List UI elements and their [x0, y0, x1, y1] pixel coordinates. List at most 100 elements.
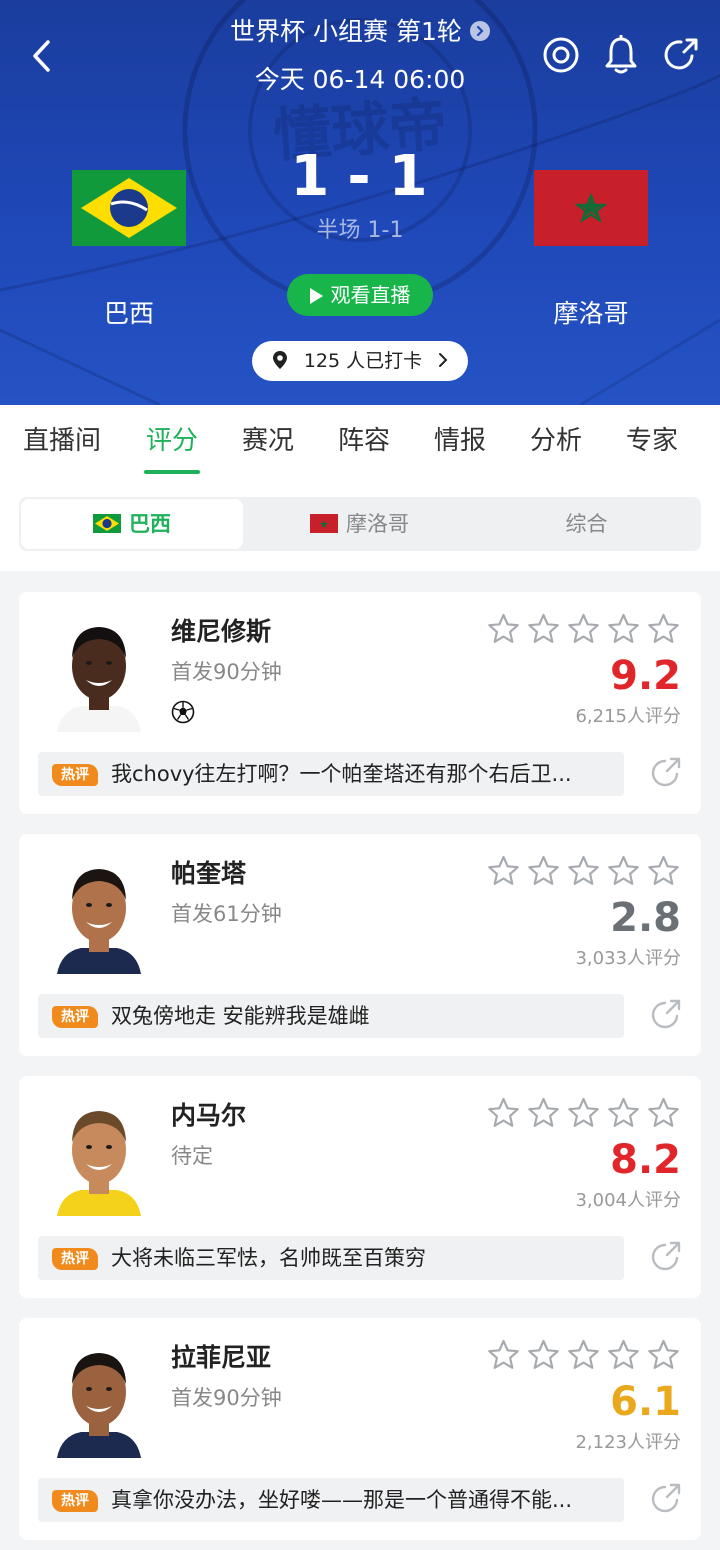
segment-brazil[interactable]: 巴西: [21, 499, 243, 549]
player-name[interactable]: 内马尔: [171, 1098, 246, 1134]
home-team-name[interactable]: 巴西: [29, 296, 229, 332]
hot-comment-badge: 热评: [52, 764, 98, 786]
star-icon[interactable]: [486, 1096, 521, 1131]
player-rating-card[interactable]: 拉菲尼亚 首发90分钟 6.1 2,123人评分 热评 真拿你没办法，坐好喽——…: [19, 1318, 701, 1540]
star-icon[interactable]: [606, 1338, 641, 1373]
player-rating: 2.8: [610, 895, 681, 941]
chevron-right-icon: [439, 352, 448, 367]
star-icon[interactable]: [486, 1338, 521, 1373]
player-status: 首发90分钟: [171, 1386, 282, 1410]
tab-live-room[interactable]: 直播间: [14, 405, 110, 477]
rating-stars[interactable]: [486, 612, 681, 647]
rating-stars[interactable]: [486, 1096, 681, 1131]
watch-live-button[interactable]: 观看直播: [287, 274, 433, 316]
team-segment-control: 巴西 摩洛哥 综合: [19, 497, 701, 551]
share-icon[interactable]: [649, 756, 683, 790]
target-icon: [543, 37, 579, 73]
tab-match-events[interactable]: 赛况: [220, 405, 316, 477]
hot-comment-badge: 热评: [52, 1006, 98, 1028]
target-button[interactable]: [542, 34, 580, 76]
player-status: 首发90分钟: [171, 660, 282, 684]
player-name[interactable]: 拉菲尼亚: [171, 1340, 271, 1376]
player-rating: 8.2: [610, 1137, 681, 1183]
bell-button[interactable]: [602, 34, 640, 76]
segment-morocco[interactable]: 摩洛哥: [247, 497, 472, 551]
star-icon[interactable]: [606, 1096, 641, 1131]
rating-stars[interactable]: [486, 854, 681, 889]
brazil-flag-icon: [93, 513, 121, 533]
star-icon[interactable]: [526, 854, 561, 889]
segment-brazil-label: 巴西: [129, 512, 171, 536]
checkin-button[interactable]: 125 人已打卡: [252, 341, 468, 381]
bell-icon: [605, 35, 637, 74]
player-name[interactable]: 帕奎塔: [171, 856, 246, 892]
play-icon: [309, 288, 323, 304]
team-filter: 巴西 摩洛哥 综合: [0, 477, 720, 571]
player-status: 待定: [171, 1144, 213, 1168]
player-name[interactable]: 维尼修斯: [171, 614, 271, 650]
match-header: 懂球帝 世界杯 小组赛 第1轮 今天 06-14 06:00 1 - 1 半场 …: [0, 0, 720, 405]
chevron-right-icon: [469, 21, 490, 41]
star-icon[interactable]: [526, 1096, 561, 1131]
star-icon[interactable]: [646, 1096, 681, 1131]
share-icon[interactable]: [649, 998, 683, 1032]
away-team-name[interactable]: 摩洛哥: [491, 296, 691, 332]
tab-intel[interactable]: 情报: [412, 405, 508, 477]
hot-comment-text: 双兔傍地走 安能辨我是雄雌: [111, 1004, 370, 1028]
share-icon[interactable]: [649, 1482, 683, 1516]
rating-stars[interactable]: [486, 1338, 681, 1373]
hot-comment[interactable]: 热评 双兔傍地走 安能辨我是雄雌: [38, 994, 624, 1038]
player-avatar[interactable]: [53, 614, 145, 732]
star-icon[interactable]: [646, 1338, 681, 1373]
star-icon[interactable]: [526, 612, 561, 647]
segment-overall[interactable]: 综合: [474, 497, 699, 551]
hot-comment[interactable]: 热评 真拿你没办法，坐好喽——那是一个普通得不能...: [38, 1478, 624, 1522]
player-rating: 6.1: [610, 1379, 681, 1425]
rating-count: 3,004人评分: [575, 1190, 681, 1211]
hot-comment-text: 我chovy往左打啊？一个帕奎塔还有那个右后卫...: [111, 762, 572, 786]
hot-comment-text: 大将未临三军怯，名帅既至百策穷: [111, 1246, 426, 1270]
player-avatar[interactable]: [53, 1340, 145, 1458]
rating-count: 2,123人评分: [575, 1432, 681, 1453]
hot-comment[interactable]: 热评 大将未临三军怯，名帅既至百策穷: [38, 1236, 624, 1280]
tab-ratings[interactable]: 评分: [124, 405, 220, 477]
star-icon[interactable]: [566, 1338, 601, 1373]
competition-title: 世界杯 小组赛 第1轮: [230, 17, 462, 46]
share-icon: [664, 38, 698, 70]
location-pin-icon: [272, 350, 287, 369]
star-icon[interactable]: [646, 612, 681, 647]
hot-comment-text: 真拿你没办法，坐好喽——那是一个普通得不能...: [111, 1488, 573, 1512]
player-avatar[interactable]: [53, 1098, 145, 1216]
hot-comment-badge: 热评: [52, 1248, 98, 1270]
share-icon[interactable]: [649, 1240, 683, 1274]
score-separator: -: [347, 144, 373, 209]
player-status: 首发61分钟: [171, 902, 282, 926]
tab-lineup[interactable]: 阵容: [316, 405, 412, 477]
star-icon[interactable]: [566, 612, 601, 647]
share-button[interactable]: [662, 34, 700, 76]
away-score: 1: [388, 144, 430, 209]
scoreline: 1-1: [260, 144, 460, 210]
brazil-flag-icon[interactable]: [72, 170, 186, 246]
star-icon[interactable]: [566, 1096, 601, 1131]
star-icon[interactable]: [526, 1338, 561, 1373]
watch-live-label: 观看直播: [330, 283, 411, 307]
star-icon[interactable]: [486, 612, 521, 647]
star-icon[interactable]: [486, 854, 521, 889]
star-icon[interactable]: [646, 854, 681, 889]
player-rating: 9.2: [610, 653, 681, 699]
player-rating-card[interactable]: 内马尔 待定 8.2 3,004人评分 热评 大将未临三军怯，名帅既至百策穷: [19, 1076, 701, 1298]
checkin-label: 125 人已打卡: [303, 350, 423, 372]
player-avatar[interactable]: [53, 856, 145, 974]
player-rating-card[interactable]: 维尼修斯 首发90分钟 9.2 6,215人评分 热评 我chovy往左打啊？一…: [19, 592, 701, 814]
hot-comment[interactable]: 热评 我chovy往左打啊？一个帕奎塔还有那个右后卫...: [38, 752, 624, 796]
star-icon[interactable]: [606, 612, 641, 647]
active-tab-indicator: [144, 470, 200, 474]
star-icon[interactable]: [606, 854, 641, 889]
morocco-flag-icon: [310, 513, 338, 533]
tab-analysis[interactable]: 分析: [508, 405, 604, 477]
morocco-flag-icon[interactable]: [534, 170, 648, 246]
tab-experts[interactable]: 专家: [604, 405, 700, 477]
star-icon[interactable]: [566, 854, 601, 889]
player-rating-card[interactable]: 帕奎塔 首发61分钟 2.8 3,033人评分 热评 双兔傍地走 安能辨我是雄雌: [19, 834, 701, 1056]
